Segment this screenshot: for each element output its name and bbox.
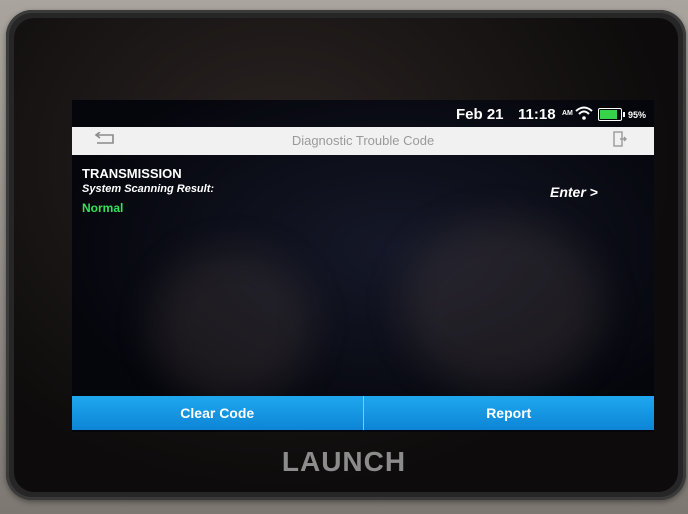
screen-reflection <box>152 250 312 400</box>
page-title: Diagnostic Trouble Code <box>291 133 435 148</box>
brand-logo: LAUNCH <box>281 446 407 477</box>
scan-result-value: Normal <box>82 201 124 215</box>
status-time: 11:18 <box>518 106 556 123</box>
title-bar: Diagnostic Trouble Code <box>72 127 654 155</box>
system-name: TRANSMISSION <box>82 166 182 181</box>
battery-level-fill <box>600 110 618 119</box>
status-ampm: AM <box>562 110 573 117</box>
exit-icon <box>613 130 627 152</box>
clear-code-button[interactable]: Clear Code <box>72 396 363 430</box>
enter-button[interactable]: Enter > <box>550 184 598 200</box>
status-bar: Feb 21 11:18 AM 95% <box>72 100 654 126</box>
battery-tip <box>623 112 625 117</box>
report-button[interactable]: Report <box>362 396 654 430</box>
battery-icon <box>598 108 625 121</box>
wifi-icon <box>575 106 593 124</box>
action-bar: Clear Code Report <box>72 396 654 430</box>
status-date: Feb 21 <box>456 106 504 123</box>
battery-percent: 95% <box>628 110 647 120</box>
screen-reflection <box>402 220 602 390</box>
device-screen: Feb 21 11:18 AM 95% Diagnostic Trouble C… <box>72 100 654 432</box>
scan-result-label: System Scanning Result: <box>82 183 215 195</box>
exit-button[interactable] <box>610 130 630 152</box>
